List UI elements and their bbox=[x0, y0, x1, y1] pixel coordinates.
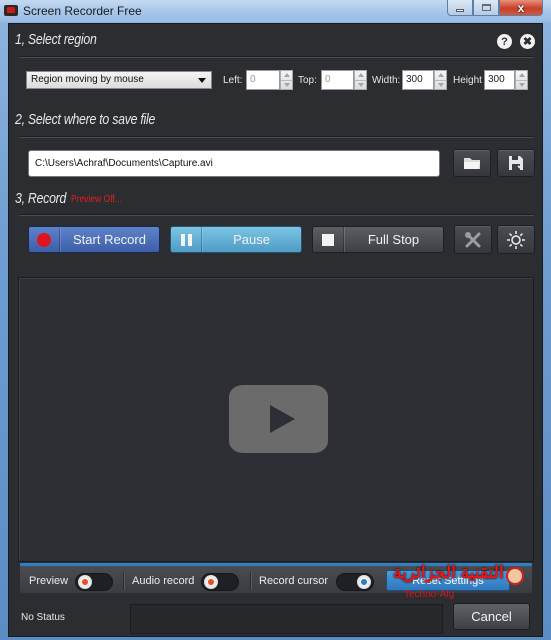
main-panel: 1, Select region ? ✖ Region moving by mo… bbox=[8, 23, 543, 637]
region-mode-dropdown[interactable]: Region moving by mouse bbox=[26, 71, 212, 89]
top-input[interactable]: 0 bbox=[321, 70, 354, 90]
maximize-icon bbox=[481, 4, 491, 11]
play-icon bbox=[270, 405, 295, 433]
options-bar: Preview Audio record Record cursor Reset… bbox=[20, 563, 532, 593]
height-input[interactable]: 300 bbox=[484, 70, 515, 90]
full-stop-label: Full Stop bbox=[367, 232, 420, 247]
start-record-button[interactable]: Start Record bbox=[28, 226, 160, 253]
divider bbox=[19, 136, 534, 138]
pause-icon bbox=[180, 233, 192, 246]
minimize-icon bbox=[456, 8, 464, 12]
chevron-down-icon bbox=[198, 78, 206, 83]
brightness-icon bbox=[507, 230, 525, 249]
divider bbox=[19, 214, 534, 216]
divider bbox=[250, 573, 251, 590]
height-label: Height bbox=[453, 75, 482, 86]
title-bar: Screen Recorder Free x bbox=[0, 0, 551, 22]
width-spinner[interactable] bbox=[434, 70, 447, 90]
cursor-toggle-label: Record cursor bbox=[259, 575, 329, 587]
save-disk-icon bbox=[509, 156, 523, 170]
window-title: Screen Recorder Free bbox=[23, 4, 142, 18]
toggle-knob bbox=[357, 575, 371, 589]
reset-settings-button[interactable]: Reset Settings bbox=[386, 570, 510, 591]
brightness-button[interactable] bbox=[497, 225, 535, 254]
record-icon bbox=[37, 232, 51, 247]
cancel-button[interactable]: Cancel bbox=[453, 603, 530, 630]
help-icon[interactable]: ? bbox=[497, 34, 512, 49]
close-icon: x bbox=[517, 0, 525, 15]
stop-icon bbox=[322, 233, 334, 246]
record-cursor-toggle[interactable] bbox=[336, 573, 374, 591]
app-window: Screen Recorder Free x 1, Select region … bbox=[0, 0, 551, 640]
minimize-button[interactable] bbox=[447, 0, 473, 16]
left-input[interactable]: 0 bbox=[246, 70, 280, 90]
section-select-region-title: 1, Select region bbox=[15, 31, 97, 48]
settings-button[interactable] bbox=[454, 225, 492, 254]
top-spinner[interactable] bbox=[354, 70, 367, 90]
divider bbox=[123, 573, 124, 590]
maximize-button[interactable] bbox=[473, 0, 499, 16]
preview-status: Preview Off... bbox=[71, 194, 122, 205]
folder-icon bbox=[464, 158, 480, 169]
audio-toggle-label: Audio record bbox=[132, 575, 195, 587]
start-record-label: Start Record bbox=[73, 232, 146, 247]
section-record-title: 3, Record bbox=[15, 190, 67, 207]
tools-icon bbox=[465, 231, 481, 247]
pause-label: Pause bbox=[233, 232, 270, 247]
toggle-knob bbox=[204, 575, 218, 589]
region-mode-value: Region moving by mouse bbox=[31, 74, 144, 85]
top-label: Top: bbox=[298, 75, 317, 86]
left-label: Left: bbox=[223, 75, 243, 86]
pause-button[interactable]: Pause bbox=[170, 226, 302, 253]
width-label: Width: bbox=[372, 75, 401, 86]
section-save-file-title: 2, Select where to save file bbox=[15, 111, 156, 128]
width-input[interactable]: 300 bbox=[402, 70, 434, 90]
app-icon bbox=[4, 5, 18, 16]
left-spinner[interactable] bbox=[280, 70, 293, 90]
full-stop-button[interactable]: Full Stop bbox=[312, 226, 444, 253]
browse-folder-button[interactable] bbox=[453, 149, 491, 177]
toggle-knob bbox=[78, 575, 92, 589]
divider bbox=[19, 56, 534, 58]
preview-toggle-label: Preview bbox=[29, 575, 69, 587]
audio-record-toggle[interactable] bbox=[201, 573, 239, 591]
video-preview-area bbox=[18, 277, 534, 562]
height-spinner[interactable] bbox=[515, 70, 528, 90]
close-panel-icon[interactable]: ✖ bbox=[520, 34, 535, 49]
close-button[interactable]: x bbox=[499, 0, 543, 16]
save-settings-button[interactable] bbox=[497, 149, 535, 177]
preview-toggle[interactable] bbox=[75, 573, 113, 591]
window-controls: x bbox=[447, 0, 543, 16]
play-button[interactable] bbox=[229, 385, 328, 453]
save-path-input[interactable]: C:\Users\Achraf\Documents\Capture.avi bbox=[28, 150, 440, 177]
status-progress-field bbox=[130, 604, 443, 634]
status-text: No Status bbox=[21, 612, 65, 623]
